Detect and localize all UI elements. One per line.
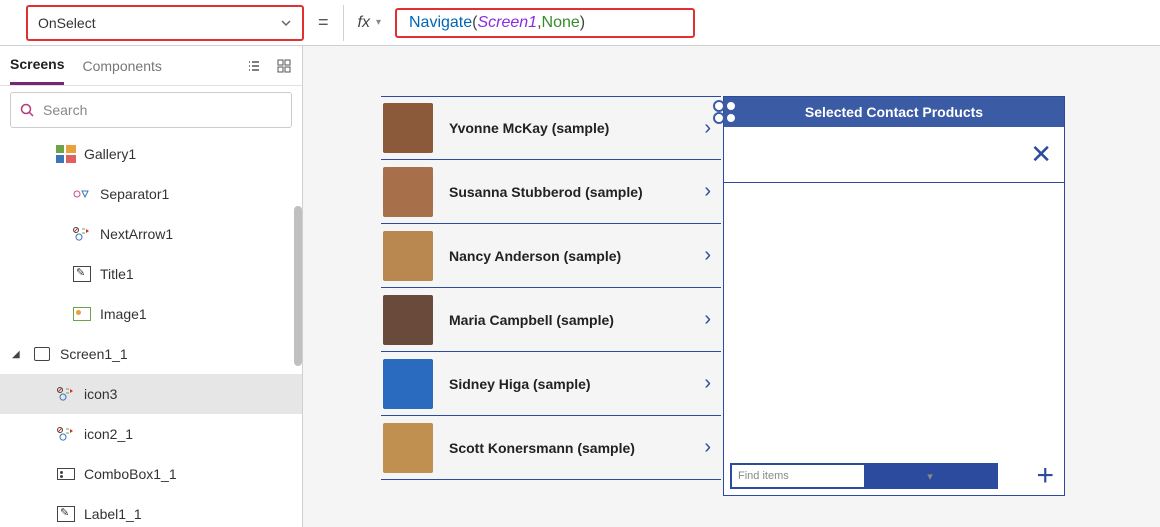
gallery-row[interactable]: Nancy Anderson (sample) › (381, 224, 721, 288)
tree-label: Screen1_1 (60, 346, 128, 362)
tree-item-nextarrow1[interactable]: NextArrow1 (0, 214, 302, 254)
tree-view-pane: Screens Components Gallery1 Separator1 (0, 46, 303, 527)
screen-icon (32, 344, 52, 364)
contact-name: Maria Campbell (sample) (449, 312, 688, 328)
avatar (383, 295, 433, 345)
chevron-down-icon[interactable]: ▾ (376, 17, 381, 28)
property-name: OnSelect (38, 15, 280, 31)
fx-label: fx (358, 14, 370, 32)
tree-label: Image1 (100, 306, 147, 322)
tree-tabs: Screens Components (0, 46, 302, 86)
avatar (383, 423, 433, 473)
chevron-down-icon (280, 17, 292, 29)
search-icon (19, 102, 35, 118)
selection-handles-icon (712, 99, 738, 125)
add-icon[interactable]: + (1036, 459, 1054, 493)
formula-fn-name: Navigate (409, 14, 472, 32)
search-input[interactable] (43, 102, 283, 118)
chevron-down-icon: ▾ (864, 465, 996, 487)
formula-input-wrap: fx ▾ Navigate ( Screen1 , None ) (343, 5, 695, 41)
canvas[interactable]: Yvonne McKay (sample)›Susanna Stubberod … (303, 46, 1160, 527)
tree-item-gallery1[interactable]: Gallery1 (0, 134, 302, 174)
panel-title-text: Selected Contact Products (805, 104, 983, 120)
tree-item-title1[interactable]: Title1 (0, 254, 302, 294)
tab-screens[interactable]: Screens (10, 46, 64, 85)
formula-paren-close: ) (580, 14, 585, 32)
contact-name: Nancy Anderson (sample) (449, 248, 688, 264)
formula-arg1: Screen1 (477, 14, 537, 32)
tree-item-image1[interactable]: Image1 (0, 294, 302, 334)
close-row: ✕ (724, 127, 1064, 183)
icon-control-icon (56, 384, 76, 404)
contact-name: Scott Konersmann (sample) (449, 440, 688, 456)
tree-label: Gallery1 (84, 146, 136, 162)
gallery-row[interactable]: Yvonne McKay (sample) › (381, 96, 721, 160)
gallery-icon (56, 144, 76, 164)
tree-item-icon3[interactable]: icon3 (0, 374, 302, 414)
list-view-icon[interactable] (246, 58, 262, 74)
search-box[interactable] (10, 92, 292, 128)
tree-item-label1-1[interactable]: Label1_1 (0, 494, 302, 527)
chevron-right-icon[interactable]: › (704, 180, 711, 203)
selected-products-panel: Selected Contact Products ✕ Find items ▾… (723, 96, 1065, 496)
avatar (383, 103, 433, 153)
icon-control-icon (72, 224, 92, 244)
tree-label: icon2_1 (84, 426, 133, 442)
equals-sign: = (314, 12, 333, 33)
tree-item-icon2-1[interactable]: icon2_1 (0, 414, 302, 454)
panel-body: Find items ▾ + (724, 183, 1064, 495)
contact-name: Susanna Stubberod (sample) (449, 184, 688, 200)
contact-name: Sidney Higa (sample) (449, 376, 688, 392)
avatar (383, 231, 433, 281)
app-preview: Yvonne McKay (sample)›Susanna Stubberod … (381, 96, 1065, 496)
combobox-placeholder: Find items (732, 470, 864, 482)
contact-name: Yvonne McKay (sample) (449, 120, 688, 136)
tree-item-screen1-1[interactable]: ◢ Screen1_1 (0, 334, 302, 374)
image-icon (72, 304, 92, 324)
avatar (383, 167, 433, 217)
scrollbar[interactable] (294, 206, 302, 366)
tree-label: Label1_1 (84, 506, 142, 522)
avatar (383, 359, 433, 409)
separator-icon (72, 184, 92, 204)
tree-label: icon3 (84, 386, 117, 402)
tree-label: ComboBox1_1 (84, 466, 177, 482)
chevron-down-icon: ◢ (12, 349, 24, 360)
panel-title: Selected Contact Products (724, 97, 1064, 127)
formula-bar: OnSelect = fx ▾ Navigate ( Screen1 , Non… (0, 0, 1160, 46)
icon-control-icon (56, 424, 76, 444)
chevron-right-icon[interactable]: › (704, 436, 711, 459)
tree-item-combobox1-1[interactable]: ComboBox1_1 (0, 454, 302, 494)
tree: Gallery1 Separator1 NextArrow1 Title1 Im (0, 134, 302, 527)
tree-label: Title1 (100, 266, 134, 282)
grid-view-icon[interactable] (276, 58, 292, 74)
gallery-row[interactable]: Sidney Higa (sample) › (381, 352, 721, 416)
combobox-icon (56, 464, 76, 484)
gallery-row[interactable]: Maria Campbell (sample) › (381, 288, 721, 352)
property-dropdown[interactable]: OnSelect (26, 5, 304, 41)
label-icon (72, 264, 92, 284)
tree-item-separator1[interactable]: Separator1 (0, 174, 302, 214)
chevron-right-icon[interactable]: › (704, 372, 711, 395)
contacts-gallery[interactable]: Yvonne McKay (sample)›Susanna Stubberod … (381, 96, 721, 496)
tree-label: NextArrow1 (100, 226, 173, 242)
formula-input[interactable]: Navigate ( Screen1 , None ) (395, 8, 695, 38)
chevron-right-icon[interactable]: › (704, 244, 711, 267)
close-icon[interactable]: ✕ (1030, 139, 1052, 170)
chevron-right-icon[interactable]: › (704, 117, 711, 140)
find-items-combobox[interactable]: Find items ▾ (730, 463, 998, 489)
formula-arg2: None (542, 14, 580, 32)
label-icon (56, 504, 76, 524)
gallery-row[interactable]: Susanna Stubberod (sample) › (381, 160, 721, 224)
tab-components[interactable]: Components (82, 46, 161, 85)
tree-label: Separator1 (100, 186, 169, 202)
gallery-row[interactable]: Scott Konersmann (sample) › (381, 416, 721, 480)
chevron-right-icon[interactable]: › (704, 308, 711, 331)
